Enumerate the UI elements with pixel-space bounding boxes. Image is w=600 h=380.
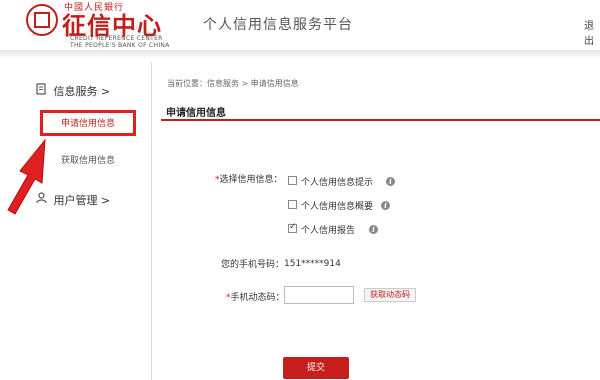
sidebar-group-info-services[interactable]: 信息服务 >	[36, 83, 110, 99]
logout-link[interactable]: 退出	[584, 17, 600, 47]
phone-label: 您的手机号码：	[221, 260, 285, 270]
dynamic-code-input[interactable]	[284, 286, 354, 304]
title-divider	[161, 119, 600, 121]
logo-seal-icon	[26, 4, 58, 36]
logo-en-line2: THE PEOPLE'S BANK OF CHINA	[70, 42, 170, 49]
header-divider	[0, 50, 600, 58]
option-checkbox-summary[interactable]	[288, 200, 297, 209]
submit-button[interactable]: 提交	[283, 357, 349, 379]
sidebar-group-label: 信息服务 >	[53, 85, 111, 98]
header: 中國人民銀行 征信中心 CREDIT REFERENCE CENTER THE …	[0, 0, 600, 50]
option-label-hint[interactable]: 个人信用信息提示	[301, 175, 373, 188]
select-credit-info-label: *选择信用信息：	[215, 175, 283, 185]
option-checkbox-hint[interactable]	[288, 176, 297, 185]
code-label: *手机动态码：	[226, 293, 285, 303]
page-title: 申请信用信息	[166, 108, 226, 119]
main-content: 当前位置：信息服务 > 申请信用信息 申请信用信息 *选择信用信息： 个人信用信…	[153, 62, 600, 380]
info-icon[interactable]: i	[381, 201, 390, 210]
get-dynamic-code-button[interactable]: 获取动态码	[364, 288, 416, 302]
option-label-report[interactable]: 个人信用报告	[301, 223, 355, 236]
logo-en-line1: CREDIT REFERENCE CENTER	[70, 35, 163, 42]
red-arrow-icon	[7, 138, 46, 215]
document-icon	[36, 83, 50, 98]
option-label-summary[interactable]: 个人信用信息概要	[301, 199, 373, 212]
platform-title: 个人信用信息服务平台	[203, 17, 353, 33]
info-icon[interactable]: i	[386, 177, 395, 186]
phone-value: 151*****914	[284, 259, 341, 269]
option-checkbox-report[interactable]	[288, 222, 297, 233]
breadcrumb: 当前位置：信息服务 > 申请信用信息	[167, 79, 299, 88]
info-icon[interactable]: i	[369, 225, 378, 234]
